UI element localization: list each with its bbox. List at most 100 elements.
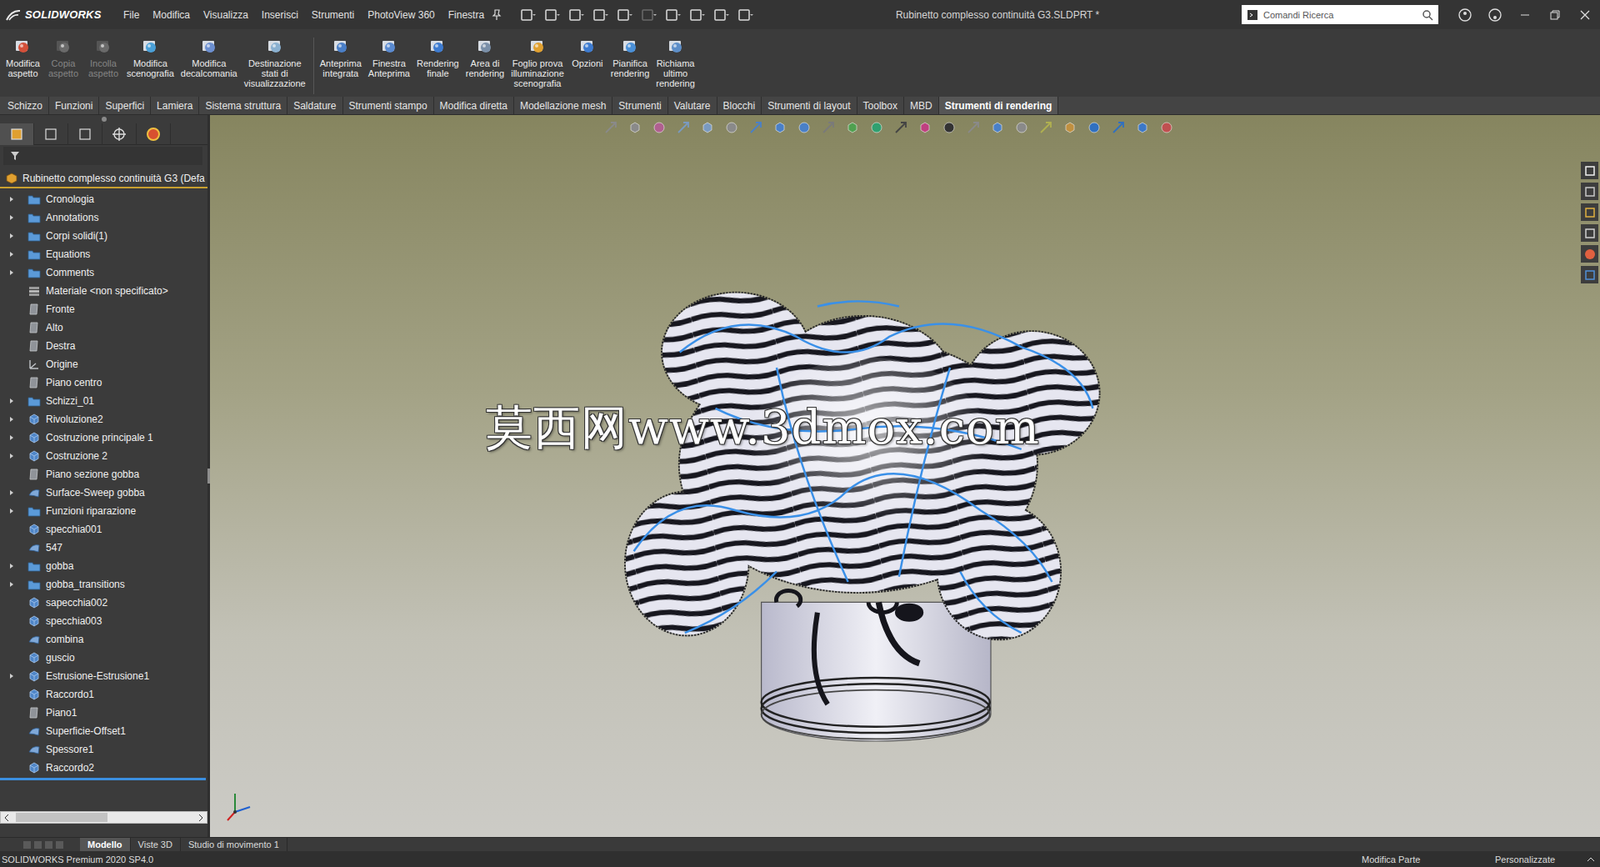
rollback-bar[interactable] [0,777,206,780]
tab-nav-arrow[interactable] [55,840,64,849]
command-tab[interactable]: Strumenti di rendering [939,96,1060,115]
panel-handle[interactable] [0,115,208,124]
user-button[interactable] [1450,0,1480,30]
restore-button[interactable] [1540,0,1570,30]
model-tab[interactable]: Modello [80,837,131,851]
command-tab[interactable]: Schizzo [1,96,50,115]
expand-toggle[interactable] [5,395,18,407]
heads-up-button[interactable] [601,118,620,137]
status-arrow-icon[interactable] [1586,855,1595,863]
model-tab[interactable]: Studio di movimento 1 [180,837,288,851]
tree-root[interactable]: Rubinetto complesso continuità G3 (Defa [0,170,208,189]
heads-up-button[interactable] [915,118,935,137]
command-tab[interactable]: Saldature [287,96,343,115]
scroll-thumb[interactable] [15,812,108,822]
ribbon-button[interactable]: Renderingfinale [414,37,462,79]
ribbon-button[interactable]: Modificaaspetto [3,37,43,79]
tree-item[interactable]: Rivoluzione2 [0,410,208,429]
ribbon-button[interactable]: Pianificarendering [608,37,652,79]
task-pane-button[interactable] [1580,203,1599,221]
home-icon[interactable] [519,7,536,23]
model[interactable] [613,285,1114,759]
tree-item[interactable]: Costruzione 2 [0,446,208,465]
file-properties-icon[interactable] [712,7,730,23]
tree-item[interactable]: Raccordo1 [0,685,208,704]
manager-tab[interactable] [68,123,103,145]
graphics-area[interactable]: 莫西网www.3dmox.com [210,115,1600,837]
command-tab[interactable]: MBD [904,96,940,115]
heads-up-button[interactable] [770,118,790,137]
manager-tab[interactable] [0,123,35,145]
save-icon[interactable] [591,7,609,23]
heads-up-button[interactable] [625,118,645,137]
tree-item[interactable]: Spessore1 [0,740,208,759]
logo[interactable]: SOLIDWORKS [5,8,117,22]
expand-toggle[interactable] [5,230,18,242]
tree-item[interactable]: gobba_transitions [0,575,208,594]
tree-filter[interactable] [3,146,203,165]
manager-tab[interactable] [136,123,171,145]
scroll-right[interactable] [195,811,207,823]
ribbon-button[interactable]: Destinazionestati divisualizzazione [241,37,309,89]
tree-item[interactable]: specchia001 [0,520,208,539]
command-tab[interactable]: Superfici [99,96,151,115]
expand-toggle[interactable] [5,413,18,425]
tab-nav-arrow[interactable] [45,840,53,849]
tree-item[interactable]: 547 [0,538,208,557]
menu-item[interactable]: Strumenti [305,7,361,23]
tree-item[interactable]: Surface-Sweep gobba [0,483,208,502]
heads-up-button[interactable] [1036,118,1055,137]
print-icon[interactable] [615,7,633,23]
expand-toggle[interactable] [5,248,18,260]
new-file-icon[interactable] [543,7,560,23]
command-tab[interactable]: Lamiera [150,96,200,115]
expand-toggle[interactable] [5,211,18,224]
ribbon-button[interactable]: Foglio provailluminazionescenografia [508,37,567,89]
expand-toggle[interactable] [5,578,18,590]
menu-item[interactable]: Finestra [441,7,491,23]
ribbon-button[interactable]: Richiamaultimorendering [653,37,697,89]
task-pane-button[interactable] [1580,245,1599,263]
tree-item[interactable]: Funzioni riparazione [0,501,208,520]
tab-nav-arrow[interactable] [23,840,31,849]
heads-up-button[interactable] [1012,118,1031,137]
tree-item[interactable]: Schizzi_01 [0,391,208,410]
heads-up-button[interactable] [722,118,741,137]
ribbon-button[interactable]: Modificadecalcomania [178,37,240,79]
tree-item[interactable]: Costruzione principale 1 [0,428,208,447]
heads-up-button[interactable] [1109,118,1128,137]
select-icon[interactable] [664,7,681,23]
manager-tab[interactable] [34,123,69,145]
minimize-button[interactable] [1510,0,1540,30]
heads-up-button[interactable] [964,118,983,137]
task-pane-button[interactable] [1580,161,1599,180]
tree-item[interactable]: Comments [0,263,208,282]
expand-toggle[interactable] [5,670,18,682]
heads-up-button[interactable] [1157,118,1176,137]
close-button[interactable] [1570,0,1600,30]
tree-item[interactable]: combina [0,630,208,649]
menu-item[interactable]: File [116,7,146,23]
expand-toggle[interactable] [5,450,18,462]
heads-up-button[interactable] [1085,118,1104,137]
search-icon[interactable] [1421,9,1434,21]
heads-up-button[interactable] [698,118,717,137]
expand-toggle[interactable] [5,486,18,499]
command-tab[interactable]: Strumenti di layout [761,96,857,115]
heads-up-button[interactable] [795,118,814,137]
ribbon-button[interactable]: Modificascenografia [124,37,177,79]
expand-toggle[interactable] [5,431,18,444]
heads-up-button[interactable] [867,118,886,137]
tree-item[interactable]: Superficie-Offset1 [0,721,208,740]
tree-item[interactable]: sapecchia002 [0,593,208,612]
heads-up-button[interactable] [891,118,910,137]
tree-item[interactable]: Piano centro [0,373,208,392]
tree-item[interactable]: Destra [0,336,208,355]
command-tab[interactable]: Valutare [668,96,718,115]
task-pane-button[interactable] [1580,265,1599,284]
command-tab[interactable]: Toolbox [857,96,905,115]
ribbon-button[interactable]: Opzioni [568,37,607,69]
task-pane-button[interactable] [1580,182,1599,200]
tree-item[interactable]: Piano1 [0,703,208,722]
expand-toggle[interactable] [5,193,18,205]
